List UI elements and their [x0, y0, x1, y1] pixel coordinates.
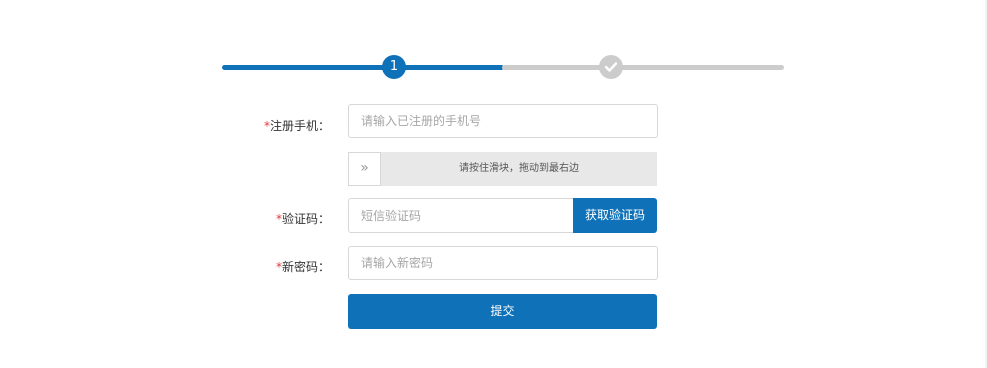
phone-label: *注册手机：	[0, 117, 330, 134]
progress-stepper: 1	[222, 54, 784, 80]
slide-verify[interactable]: » 请按住滑块，拖动到最右边	[348, 152, 657, 186]
slider-handle[interactable]: »	[348, 152, 381, 186]
submit-button[interactable]: 提交	[348, 294, 657, 329]
step-1-indicator: 1	[382, 55, 406, 79]
new-password-label: *新密码：	[0, 258, 330, 275]
step-2-indicator	[599, 55, 623, 79]
sms-code-input[interactable]	[348, 198, 575, 233]
stepper-track-completed	[222, 65, 504, 70]
check-icon	[605, 62, 617, 72]
get-code-button[interactable]: 获取验证码	[573, 198, 657, 233]
phone-label-text: 注册手机：	[269, 119, 330, 133]
new-password-input[interactable]	[348, 246, 658, 280]
code-label-text: 验证码：	[281, 212, 330, 226]
stepper-track-pending	[502, 65, 784, 70]
new-password-label-text: 新密码：	[281, 260, 330, 274]
double-chevron-right-icon: »	[360, 160, 369, 176]
code-label: *验证码：	[0, 210, 330, 227]
slider-hint: 请按住滑块，拖动到最右边	[459, 163, 579, 174]
reset-password-page: 1 *注册手机： » 请按住滑块，拖动到最右边 *验证码： 获取验证码 *新密码…	[0, 0, 987, 368]
phone-input[interactable]	[348, 104, 658, 138]
